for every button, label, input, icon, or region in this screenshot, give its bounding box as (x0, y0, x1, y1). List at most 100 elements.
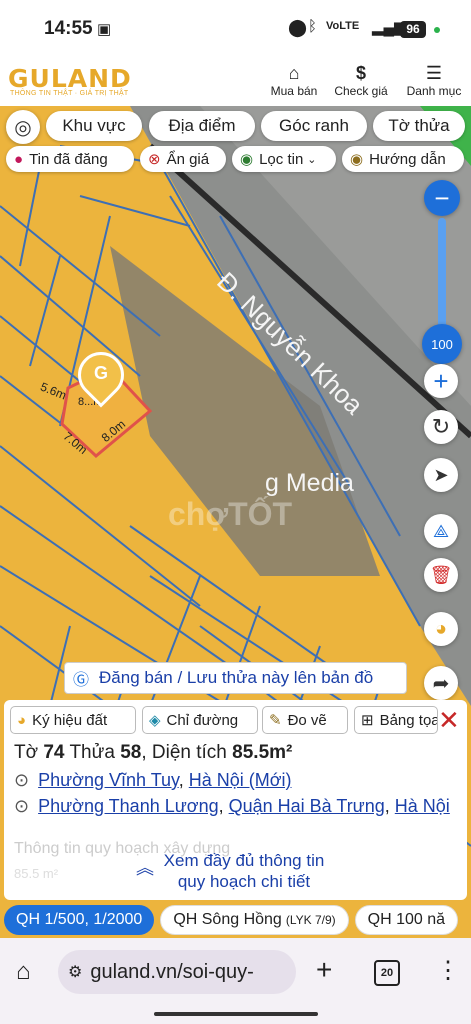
battery-icon: 96 (400, 21, 426, 38)
filter-khu-vuc[interactable]: Khu vực (46, 111, 142, 141)
buy-sell-label: Mua bán (270, 84, 318, 98)
separator: , (141, 742, 147, 763)
draw-measure-button[interactable]: ✎ Đo vẽ (262, 706, 348, 734)
ward-link[interactable]: Phường Thanh Lương (38, 796, 219, 816)
zoom-level-handle[interactable]: 100 (422, 324, 462, 364)
watermark: chợTỐT (168, 496, 293, 532)
coordinates-table-label: Bảng tọa (379, 711, 438, 729)
buy-sell-button[interactable]: ⌂ Mua bán (266, 62, 322, 98)
brand-logo[interactable]: GULAND (8, 64, 132, 93)
area-value: 85.5m² (232, 742, 293, 763)
location-pin-icon: ⊙ (14, 796, 30, 816)
status-dot-icon (434, 27, 440, 33)
guide-icon: ◉ (350, 151, 364, 168)
directions-button[interactable]: ◈ Chỉ đường (142, 706, 258, 734)
brand-tagline: THÔNG TIN THẬT · GIÁ TRỊ THẬT (10, 90, 129, 97)
home-icon[interactable]: ⌂ (16, 958, 31, 986)
view-more-line1: Xem đầy đủ thông tin (163, 851, 325, 870)
pencil-icon: ✎ (269, 712, 282, 729)
plot-info-card: ◕ Ký hiệu đất ◈ Chỉ đường ✎ Đo vẽ ⊞ Bảng… (4, 700, 467, 900)
parcel-label: Thửa (69, 742, 115, 763)
check-price-button[interactable]: $ Check giá (330, 62, 392, 98)
menu-icon: ☰ (425, 63, 443, 83)
listing-icon: ● (14, 150, 24, 168)
refresh-button[interactable]: ↻ (424, 410, 458, 444)
trash-icon: 🗑 (429, 564, 453, 585)
ward-link[interactable]: Phường Vĩnh Tuy (38, 770, 179, 790)
tab-qh-100[interactable]: QH 100 nă (354, 905, 459, 935)
faded-planning-value: 85.5 m² (14, 866, 59, 881)
save-plot-label: Đăng bán / Lưu thửa này lên bản đồ (99, 668, 374, 687)
volte-icon: VoLTE (326, 20, 360, 32)
tab-sub-label: (LYK 7/9) (285, 913, 336, 927)
pin-icon: ◉ (240, 151, 254, 168)
tab-label: QH 100 nă (367, 911, 446, 928)
zoom-out-button[interactable]: − (424, 180, 460, 216)
coordinates-table-button[interactable]: ⊞ Bảng tọa (354, 706, 438, 734)
refresh-icon: ↻ (431, 414, 451, 439)
zoom-slider-track[interactable] (438, 218, 446, 328)
share-button[interactable]: ➦ (424, 666, 458, 700)
tabs-count-button[interactable]: 20 (374, 960, 400, 986)
sheet-label: Tờ (14, 742, 39, 763)
menu-label: Danh mục (406, 84, 462, 98)
more-options-icon[interactable]: ⋮ (436, 956, 460, 985)
city-link[interactable]: Hà Nội (395, 796, 450, 816)
close-icon[interactable]: ✕ (438, 706, 460, 734)
separator: , (218, 796, 229, 816)
separator: , (384, 796, 395, 816)
land-legend-label: Ký hiệu đất (32, 711, 108, 729)
filter-to-thua[interactable]: Tờ thửa (373, 111, 465, 141)
directions-label: Chỉ đường (166, 711, 239, 729)
view-more-line2: quy hoạch chi tiết (177, 872, 311, 891)
tab-qh-song-hong[interactable]: QH Sông Hồng (LYK 7/9) (160, 905, 349, 935)
measure-button[interactable]: ⟁ (424, 514, 458, 548)
area-label: Diện tích (151, 742, 227, 763)
menu-button[interactable]: ☰ Danh mục (402, 62, 466, 98)
check-price-label: Check giá (334, 84, 388, 98)
locate-me-button[interactable]: ◎ (6, 110, 40, 144)
tab-label: QH Sông Hồng (173, 911, 282, 928)
gesture-bar (154, 1012, 318, 1016)
table-icon: ⊞ (361, 712, 374, 729)
view-full-planning-link[interactable]: ︽ Xem đầy đủ thông tin quy hoạch chi tiế… (124, 850, 364, 892)
filter-listings-button[interactable]: ◉ Lọc tin ⌄ (232, 146, 336, 172)
zoom-in-button[interactable]: + (424, 364, 458, 398)
double-chevron-up-icon: ︽ (136, 858, 154, 878)
filter-goc-ranh[interactable]: Góc ranh (261, 111, 367, 141)
save-plot-banner[interactable]: Ⓖ Đăng bán / Lưu thửa này lên bản đồ (64, 662, 407, 694)
filter-dia-diem[interactable]: Địa điểm (149, 111, 255, 141)
palette-icon: ◕ (17, 711, 27, 729)
target-icon: ◎ (14, 116, 32, 139)
navigate-button[interactable]: ➤ (424, 458, 458, 492)
hide-price-button[interactable]: ⊗ Ẩn giá (140, 146, 226, 172)
app-header: GULAND THÔNG TIN THẬT · GIÁ TRỊ THẬT ⌂ M… (0, 60, 471, 106)
pin-logo-icon: G (93, 363, 108, 383)
separator: , (178, 770, 189, 790)
url-text: guland.vn/soi-quy- (90, 960, 254, 983)
guide-label: Hướng dẫn (369, 150, 446, 168)
sheet-value: 74 (43, 742, 65, 763)
url-bar[interactable]: ⚙ guland.vn/soi-quy- (58, 950, 296, 994)
close-circle-icon: ⊗ (148, 151, 161, 168)
tab-qh-1-500[interactable]: QH 1/500, 1/2000 (4, 905, 155, 935)
posted-listings-button[interactable]: ● Tin đã đăng (6, 146, 134, 172)
address-new: ⊙ Phường Vĩnh Tuy, Hà Nội (Mới) (14, 770, 292, 791)
share-icon: ➦ (432, 672, 450, 695)
land-legend-button[interactable]: ◕ Ký hiệu đất (10, 706, 136, 734)
parcel-value: 58 (120, 742, 142, 763)
delete-button[interactable]: 🗑 (424, 558, 458, 592)
directions-icon: ◈ (149, 712, 161, 729)
browser-toolbar: ⌂ ⚙ guland.vn/soi-quy- + 20 ⋮ (0, 938, 471, 1024)
palette-button[interactable]: ◕ (424, 612, 458, 646)
plus-icon: + (433, 365, 449, 396)
site-settings-icon: ⚙ (68, 964, 83, 981)
palette-icon: ◕ (434, 617, 448, 640)
guide-button[interactable]: ◉ Hướng dẫn (342, 146, 464, 172)
hide-price-label: Ẩn giá (166, 150, 210, 168)
city-link[interactable]: Hà Nội (Mới) (189, 770, 292, 790)
new-tab-icon[interactable]: + (316, 954, 332, 986)
navigation-arrow-icon: ➤ (433, 464, 449, 485)
address-old: ⊙ Phường Thanh Lương, Quận Hai Bà Trưng,… (14, 796, 450, 817)
district-link[interactable]: Quận Hai Bà Trưng (229, 796, 385, 816)
